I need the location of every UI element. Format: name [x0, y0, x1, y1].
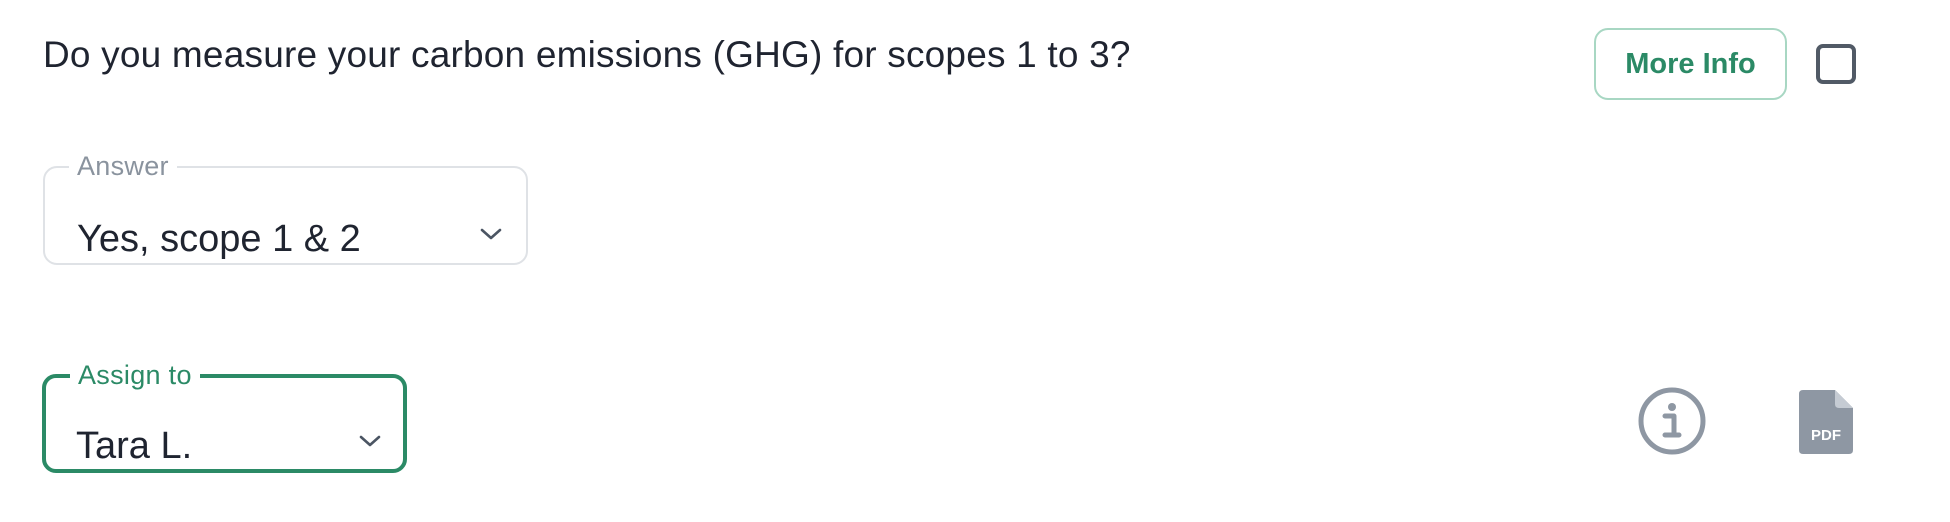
assign-to-label: Assign to — [78, 360, 192, 390]
assign-to-select[interactable]: Assign to Tara L. — [42, 362, 407, 473]
answer-value: Yes, scope 1 & 2 — [77, 218, 361, 260]
assign-to-value: Tara L. — [76, 425, 193, 467]
more-info-button[interactable]: More Info — [1594, 28, 1787, 100]
pdf-badge: PDF — [1811, 427, 1841, 444]
question-checkbox[interactable] — [1816, 44, 1856, 84]
answer-select[interactable]: Answer Yes, scope 1 & 2 — [43, 153, 528, 265]
question-text: Do you measure your carbon emissions (GH… — [43, 34, 1131, 75]
answer-label: Answer — [77, 151, 169, 181]
pdf-file-icon[interactable]: PDF — [1799, 390, 1855, 454]
chevron-down-icon — [480, 228, 502, 240]
chevron-down-icon — [359, 435, 381, 447]
info-icon[interactable] — [1637, 386, 1707, 456]
